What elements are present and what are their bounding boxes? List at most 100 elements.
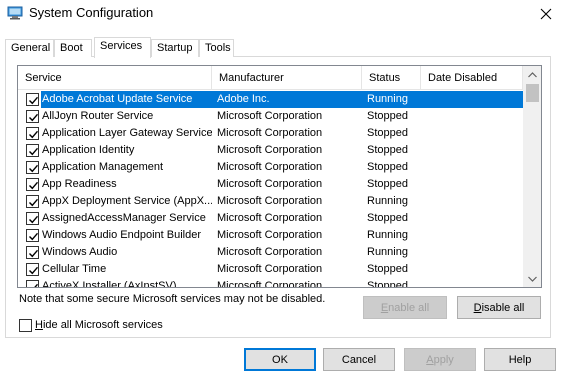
service-manufacturer: Microsoft Corporation bbox=[217, 195, 323, 207]
close-button[interactable] bbox=[530, 0, 561, 28]
column-header-manufacturer[interactable]: Manufacturer bbox=[212, 66, 362, 90]
tab-startup[interactable]: Startup bbox=[151, 39, 199, 57]
service-date-disabled bbox=[421, 125, 523, 142]
service-date-disabled bbox=[421, 108, 523, 125]
service-status: Stopped bbox=[367, 212, 408, 224]
service-manufacturer: Microsoft Corporation bbox=[217, 127, 323, 139]
window-title: System Configuration bbox=[29, 5, 154, 20]
service-status: Stopped bbox=[367, 161, 408, 173]
service-manufacturer: Microsoft Corporation bbox=[217, 229, 323, 241]
service-status: Stopped bbox=[367, 263, 408, 275]
table-row[interactable]: Cellular Time Microsoft Corporation Stoppe… bbox=[18, 261, 523, 278]
close-icon bbox=[540, 8, 552, 20]
vertical-scrollbar[interactable] bbox=[523, 66, 541, 287]
service-date-disabled bbox=[421, 176, 523, 193]
service-name: App Readiness bbox=[42, 178, 117, 190]
column-header-status[interactable]: Status bbox=[362, 66, 421, 90]
scroll-up-button[interactable] bbox=[523, 66, 541, 83]
service-manufacturer: Microsoft Corporation bbox=[217, 263, 323, 275]
service-manufacturer: Adobe Inc. bbox=[212, 91, 362, 108]
service-checkbox[interactable] bbox=[26, 246, 39, 259]
service-name: Application Management bbox=[42, 161, 164, 173]
service-name: Application Layer Gateway Service bbox=[42, 127, 212, 139]
service-status: Running bbox=[367, 229, 408, 241]
hide-microsoft-services-box[interactable] bbox=[19, 318, 32, 332]
list-header: Service Manufacturer Status Date Disable… bbox=[18, 66, 523, 90]
table-row[interactable]: AllJoyn Router Service Microsoft Corporat… bbox=[18, 108, 523, 125]
table-row[interactable]: Adobe Acrobat Update Service Adobe Inc. Ru… bbox=[18, 91, 523, 108]
service-status: Running bbox=[367, 246, 408, 258]
service-checkbox[interactable] bbox=[26, 263, 39, 276]
help-button[interactable]: Help bbox=[484, 348, 556, 371]
column-header-date-disabled[interactable]: Date Disabled bbox=[421, 66, 523, 90]
secure-services-note: Note that some secure Microsoft services… bbox=[19, 293, 326, 305]
title-bar: System Configuration bbox=[0, 0, 561, 30]
hide-microsoft-services-label: Hide all Microsoft services bbox=[35, 319, 163, 331]
service-name: AppX Deployment Service (AppX... bbox=[42, 195, 212, 207]
apply-button[interactable]: Apply bbox=[404, 348, 476, 371]
service-name: Adobe Acrobat Update Service bbox=[41, 91, 212, 108]
table-row[interactable]: Application Layer Gateway Service Microso… bbox=[18, 125, 523, 142]
service-date-disabled bbox=[421, 193, 523, 210]
service-checkbox[interactable] bbox=[26, 280, 39, 287]
table-row[interactable]: Windows Audio Endpoint Builder Microsoft … bbox=[18, 227, 523, 244]
service-name: AllJoyn Router Service bbox=[42, 110, 154, 122]
service-manufacturer: Microsoft Corporation bbox=[217, 212, 323, 224]
service-manufacturer: Microsoft Corporation bbox=[217, 246, 323, 258]
services-list[interactable]: Service Manufacturer Status Date Disable… bbox=[17, 65, 542, 288]
scroll-down-button[interactable] bbox=[523, 270, 541, 287]
cancel-button[interactable]: Cancel bbox=[323, 348, 395, 371]
ok-button[interactable]: OK bbox=[244, 348, 316, 371]
service-checkbox[interactable] bbox=[26, 93, 39, 106]
service-status: Stopped bbox=[367, 280, 408, 288]
service-checkbox[interactable] bbox=[26, 212, 39, 225]
tab-boot[interactable]: Boot bbox=[54, 39, 92, 57]
disable-all-button[interactable]: Disable all bbox=[457, 296, 541, 319]
service-date-disabled bbox=[421, 142, 523, 159]
tab-general[interactable]: General bbox=[5, 39, 54, 57]
service-checkbox[interactable] bbox=[26, 229, 39, 242]
service-date-disabled bbox=[421, 244, 523, 261]
system-configuration-icon bbox=[7, 6, 23, 20]
service-name: ActiveX Installer (AxInstSV) bbox=[42, 280, 177, 288]
list-rows: Adobe Acrobat Update Service Adobe Inc. Ru… bbox=[18, 91, 523, 288]
table-row[interactable]: App Readiness Microsoft Corporation Stoppe… bbox=[18, 176, 523, 193]
service-checkbox[interactable] bbox=[26, 195, 39, 208]
service-name: Windows Audio Endpoint Builder bbox=[42, 229, 201, 241]
service-date-disabled bbox=[421, 261, 523, 278]
table-row[interactable]: Application Identity Microsoft Corporatio… bbox=[18, 142, 523, 159]
service-manufacturer: Microsoft Corporation bbox=[217, 161, 323, 173]
system-configuration-window: System Configuration General Boot Servic… bbox=[0, 0, 561, 375]
service-status: Stopped bbox=[367, 127, 408, 139]
service-checkbox[interactable] bbox=[26, 178, 39, 191]
service-checkbox[interactable] bbox=[26, 127, 39, 140]
tab-tools[interactable]: Tools bbox=[199, 39, 234, 57]
service-checkbox[interactable] bbox=[26, 110, 39, 123]
service-name: Windows Audio bbox=[42, 246, 118, 258]
service-checkbox[interactable] bbox=[26, 161, 39, 174]
service-manufacturer: Microsoft Corporation bbox=[217, 280, 323, 288]
table-row[interactable]: Application Management Microsoft Corporat… bbox=[18, 159, 523, 176]
service-date-disabled bbox=[421, 227, 523, 244]
service-date-disabled bbox=[421, 278, 523, 287]
column-header-service[interactable]: Service bbox=[18, 66, 212, 90]
service-date-disabled bbox=[421, 159, 523, 176]
service-date-disabled bbox=[421, 91, 523, 108]
scroll-up-arrow-icon bbox=[528, 69, 537, 81]
service-status: Running bbox=[367, 195, 408, 207]
service-name: Application Identity bbox=[42, 144, 135, 156]
scroll-down-arrow-icon bbox=[528, 273, 537, 285]
table-row[interactable]: AppX Deployment Service (AppX... Microsof… bbox=[18, 193, 523, 210]
service-manufacturer: Microsoft Corporation bbox=[217, 110, 323, 122]
table-row[interactable]: ActiveX Installer (AxInstSV) Microsoft Co… bbox=[18, 278, 523, 288]
service-date-disabled bbox=[421, 210, 523, 227]
table-row[interactable]: Windows Audio Microsoft Corporation Runnin… bbox=[18, 244, 523, 261]
service-checkbox[interactable] bbox=[26, 144, 39, 157]
service-manufacturer: Microsoft Corporation bbox=[217, 178, 323, 190]
hide-microsoft-services-checkbox[interactable]: Hide all Microsoft services bbox=[19, 318, 163, 332]
service-name: AssignedAccessManager Service bbox=[42, 212, 206, 224]
table-row[interactable]: AssignedAccessManager Service Microsoft C… bbox=[18, 210, 523, 227]
scrollbar-thumb[interactable] bbox=[526, 84, 539, 102]
tab-services[interactable]: Services bbox=[94, 37, 151, 58]
enable-all-button[interactable]: Enable all bbox=[363, 296, 447, 319]
